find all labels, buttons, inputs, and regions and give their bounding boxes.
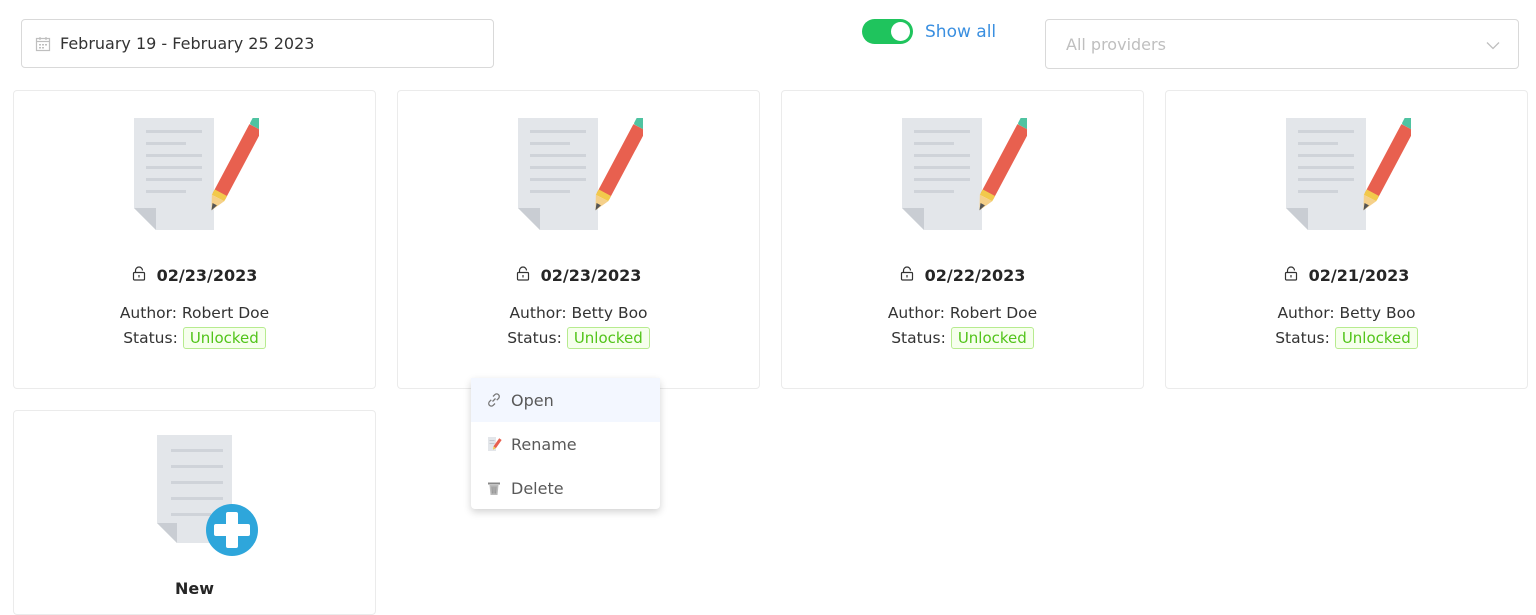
note-status-row: Status: Unlocked (398, 327, 759, 349)
menu-item-label: Open (511, 391, 554, 410)
note-author: Author: Betty Boo (398, 304, 759, 322)
note-status-row: Status: Unlocked (782, 327, 1143, 349)
status-badge: Unlocked (1335, 327, 1418, 349)
status-label: Status: (507, 329, 562, 347)
note-card-1[interactable]: 02/23/2023 Author: Robert Doe Status: Un… (13, 90, 376, 389)
status-label: Status: (891, 329, 946, 347)
document-edit-icon (902, 118, 1027, 240)
note-author: Author: Robert Doe (782, 304, 1143, 322)
unlock-icon (900, 266, 925, 285)
note-date: 02/23/2023 (541, 266, 642, 285)
note-author: Author: Robert Doe (14, 304, 375, 322)
menu-item-open[interactable]: Open (471, 378, 660, 422)
document-edit-icon (518, 118, 643, 240)
menu-item-delete[interactable]: Delete (471, 466, 660, 510)
note-author: Author: Betty Boo (1166, 304, 1527, 322)
date-range-text: February 19 - February 25 2023 (60, 34, 314, 53)
note-card-4[interactable]: 02/21/2023 Author: Betty Boo Status: Unl… (1165, 90, 1528, 389)
menu-item-rename[interactable]: Rename (471, 422, 660, 466)
calendar-icon (35, 36, 51, 52)
trash-icon (486, 479, 504, 497)
note-status-row: Status: Unlocked (14, 327, 375, 349)
show-all-toggle[interactable] (862, 19, 913, 44)
provider-select[interactable]: All providers (1045, 19, 1519, 69)
note-date-row: 02/22/2023 (782, 266, 1143, 285)
status-badge: Unlocked (183, 327, 266, 349)
note-date: 02/21/2023 (1309, 266, 1410, 285)
document-edit-icon (134, 118, 259, 240)
menu-item-label: Delete (511, 479, 564, 498)
note-date-row: 02/23/2023 (398, 266, 759, 285)
chevron-down-icon (1486, 35, 1500, 54)
note-date: 02/22/2023 (925, 266, 1026, 285)
rename-icon (486, 435, 504, 453)
new-note-label: New (14, 579, 375, 598)
note-status-row: Status: Unlocked (1166, 327, 1527, 349)
show-all-control: Show all (862, 19, 996, 44)
status-label: Status: (123, 329, 178, 347)
status-badge: Unlocked (951, 327, 1034, 349)
menu-item-label: Rename (511, 435, 577, 454)
unlock-icon (516, 266, 541, 285)
context-menu: Open Rename Delete (471, 378, 660, 509)
status-label: Status: (1275, 329, 1330, 347)
new-document-icon (142, 435, 262, 563)
note-card-2[interactable]: 02/23/2023 Author: Betty Boo Status: Unl… (397, 90, 760, 389)
document-edit-icon (1286, 118, 1411, 240)
unlock-icon (132, 266, 157, 285)
note-card-3[interactable]: 02/22/2023 Author: Robert Doe Status: Un… (781, 90, 1144, 389)
note-date: 02/23/2023 (157, 266, 258, 285)
date-range-picker[interactable]: February 19 - February 25 2023 (21, 19, 494, 68)
show-all-label[interactable]: Show all (925, 22, 996, 42)
note-date-row: 02/21/2023 (1166, 266, 1527, 285)
provider-select-placeholder: All providers (1066, 35, 1166, 54)
new-note-card[interactable]: New (13, 410, 376, 615)
link-icon (486, 391, 504, 409)
status-badge: Unlocked (567, 327, 650, 349)
note-date-row: 02/23/2023 (14, 266, 375, 285)
unlock-icon (1284, 266, 1309, 285)
toggle-knob (891, 22, 910, 41)
